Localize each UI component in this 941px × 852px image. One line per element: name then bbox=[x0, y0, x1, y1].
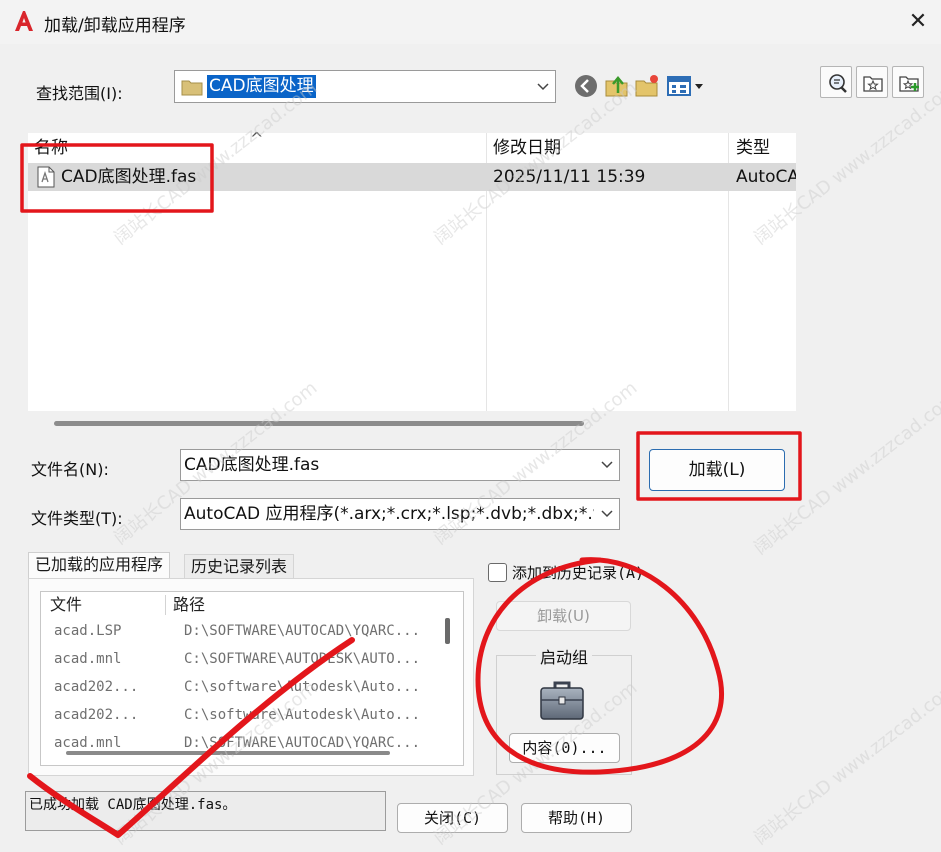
startup-suite-title: 启动组 bbox=[536, 644, 593, 668]
table-row[interactable]: acad.mnl C:\SOFTWARE\AUTODESK\AUTO... bbox=[41, 645, 445, 673]
app-path: D:\SOFTWARE\AUTOCAD\YQARC... bbox=[184, 623, 421, 639]
window-title: 加载/卸载应用程序 bbox=[44, 16, 186, 36]
unload-button[interactable]: 卸载(U) bbox=[496, 601, 631, 631]
tab-loaded-applications[interactable]: 已加载的应用程序 bbox=[28, 552, 171, 578]
app-file: acad202... bbox=[54, 707, 139, 723]
add-to-favorites-button[interactable] bbox=[892, 66, 924, 98]
app-path: C:\software\Autodesk\Auto... bbox=[184, 707, 421, 723]
loaded-apps-vertical-scrollbar[interactable] bbox=[445, 618, 450, 644]
lookin-label: 查找范围(I): bbox=[36, 84, 123, 103]
column-divider bbox=[165, 595, 166, 615]
window-close-button[interactable]: ✕ bbox=[904, 8, 932, 36]
briefcase-icon bbox=[540, 681, 584, 720]
startup-contents-button[interactable]: 内容(0)... bbox=[509, 733, 620, 763]
app-file: acad202... bbox=[54, 679, 139, 695]
column-header-type[interactable]: 类型 bbox=[736, 133, 770, 163]
app-file: acad.LSP bbox=[54, 623, 122, 639]
favorites-button[interactable] bbox=[856, 66, 888, 98]
filename-label: 文件名(N): bbox=[31, 460, 109, 479]
add-to-history-label[interactable]: 添加到历史记录(A) bbox=[512, 562, 644, 583]
up-folder-icon[interactable] bbox=[604, 73, 630, 99]
chevron-down-icon bbox=[601, 510, 613, 518]
chevron-down-icon bbox=[601, 461, 613, 469]
folder-icon bbox=[181, 80, 203, 96]
app-file: acad.mnl bbox=[54, 651, 122, 667]
views-icon[interactable] bbox=[666, 73, 708, 99]
status-text: 已成功加载 CAD底图处理.fas。 bbox=[29, 797, 237, 813]
find-file-button[interactable] bbox=[820, 66, 852, 98]
table-row[interactable]: acad202... C:\software\Autodesk\Auto... bbox=[41, 701, 445, 729]
column-header-path[interactable]: 路径 bbox=[173, 592, 205, 618]
column-header-file[interactable]: 文件 bbox=[50, 592, 82, 618]
column-header-modified[interactable]: 修改日期 bbox=[493, 133, 561, 163]
load-button[interactable]: 加载(L) bbox=[649, 449, 785, 491]
loaded-apps-list[interactable]: 文件 路径 acad.LSP D:\SOFTWARE\AUTOCAD\YQARC… bbox=[40, 591, 464, 766]
add-to-history-checkbox[interactable] bbox=[488, 563, 507, 582]
table-row[interactable]: acad.LSP D:\SOFTWARE\AUTOCAD\YQARC... bbox=[41, 617, 445, 645]
filename-value: CAD底图处理.fas bbox=[184, 455, 320, 475]
watermark-text: 阔站长CAD www.zzzcad.com bbox=[750, 678, 941, 849]
favorites-icon bbox=[863, 76, 883, 92]
close-button[interactable]: 关闭(C) bbox=[397, 803, 508, 833]
find-icon bbox=[829, 74, 847, 93]
add-favorite-icon bbox=[899, 76, 919, 92]
status-box: 已成功加载 CAD底图处理.fas。 bbox=[25, 791, 386, 831]
column-header-name[interactable]: 名称 bbox=[34, 133, 68, 163]
filetype-dropdown[interactable]: AutoCAD 应用程序(*.arx;*.crx;*.lsp;*.dvb;*.d… bbox=[180, 498, 620, 530]
new-folder-icon[interactable] bbox=[634, 73, 660, 99]
file-type: AutoCA bbox=[736, 167, 796, 187]
app-path: C:\software\Autodesk\Auto... bbox=[184, 679, 421, 695]
app-path: C:\SOFTWARE\AUTODESK\AUTO... bbox=[184, 651, 421, 667]
filetype-value: AutoCAD 应用程序(*.arx;*.crx;*.lsp;*.dvb;*.d… bbox=[184, 504, 594, 524]
chevron-down-icon bbox=[537, 82, 549, 90]
lookin-value: CAD底图处理 bbox=[207, 75, 316, 98]
file-list[interactable]: 名称 ^ 修改日期 类型 CAD底图处理.fas 2025/11/11 15:3… bbox=[28, 129, 796, 411]
autocad-logo-icon bbox=[15, 11, 33, 31]
sort-indicator: ^ bbox=[250, 129, 264, 148]
lookin-dropdown[interactable]: CAD底图处理 bbox=[174, 70, 556, 103]
fas-file-icon bbox=[37, 166, 55, 188]
file-row[interactable]: CAD底图处理.fas 2025/11/11 15:39 AutoCA bbox=[28, 163, 796, 191]
tab-history-list[interactable]: 历史记录列表 bbox=[184, 554, 295, 580]
filetype-label: 文件类型(T): bbox=[31, 509, 123, 528]
table-row[interactable]: acad202... C:\software\Autodesk\Auto... bbox=[41, 673, 445, 701]
filename-input[interactable]: CAD底图处理.fas bbox=[180, 449, 620, 481]
loaded-apps-horizontal-scrollbar[interactable] bbox=[66, 751, 390, 755]
back-icon[interactable] bbox=[573, 73, 599, 99]
file-modified: 2025/11/11 15:39 bbox=[493, 167, 646, 187]
file-list-horizontal-scrollbar[interactable] bbox=[54, 421, 584, 426]
file-name: CAD底图处理.fas bbox=[61, 167, 197, 187]
help-button[interactable]: 帮助(H) bbox=[521, 803, 632, 833]
